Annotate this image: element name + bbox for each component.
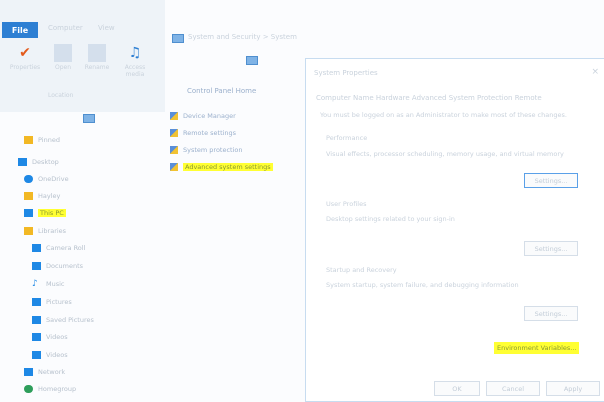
nav-item-libraries[interactable]: Libraries bbox=[24, 227, 66, 235]
nav-item-saved-pictures[interactable]: Saved Pictures bbox=[32, 316, 94, 324]
tab-computer[interactable]: Computer bbox=[48, 24, 83, 32]
nav-item-onedrive[interactable]: OneDrive bbox=[24, 175, 69, 183]
control-panel-pane: Control Panel Home Device Manager Remote… bbox=[165, 26, 305, 400]
nav-item-label: Desktop bbox=[32, 158, 59, 166]
performance-desc: Visual effects, processor scheduling, me… bbox=[326, 150, 564, 158]
nav-item-label: Videos bbox=[46, 333, 68, 341]
computer-icon bbox=[24, 209, 33, 217]
tab-view[interactable]: View bbox=[98, 24, 115, 32]
music-icon: ♪ bbox=[32, 279, 38, 289]
video-icon bbox=[32, 351, 41, 359]
advanced-system-settings-link[interactable]: Advanced system settings bbox=[170, 163, 273, 171]
performance-settings-button[interactable]: Settings... bbox=[524, 173, 578, 188]
nav-item-label: Libraries bbox=[38, 227, 67, 235]
navigation-pane: Pinned Desktop OneDrive Hayley This PC L… bbox=[0, 112, 165, 400]
nav-item-videos-library[interactable]: Videos bbox=[32, 333, 68, 341]
library-item-icon bbox=[32, 298, 41, 306]
file-tab[interactable]: File bbox=[2, 22, 38, 38]
startup-recovery-settings-button[interactable]: Settings... bbox=[524, 306, 578, 321]
nav-item-homegroup[interactable]: Homegroup bbox=[24, 385, 76, 393]
admin-note: You must be logged on as an Administrato… bbox=[320, 111, 567, 119]
nav-item-label: Hayley bbox=[38, 192, 61, 200]
access-media-label: Access media bbox=[124, 64, 146, 78]
library-icon bbox=[24, 227, 33, 235]
nav-item-label: Videos bbox=[46, 351, 68, 359]
apply-button[interactable]: Apply bbox=[546, 381, 600, 396]
nav-item-music[interactable]: ♪ Music bbox=[32, 279, 65, 289]
open-button[interactable]: Open bbox=[46, 44, 80, 71]
user-profiles-settings-button[interactable]: Settings... bbox=[524, 241, 578, 256]
system-properties-dialog: System Properties × Computer Name Hardwa… bbox=[305, 58, 604, 402]
control-panel-home-link[interactable]: Control Panel Home bbox=[187, 87, 256, 95]
desktop-icon bbox=[18, 158, 27, 166]
user-profiles-title: User Profiles bbox=[326, 200, 367, 208]
nav-item-label: Pinned bbox=[38, 136, 60, 144]
environment-variables-button[interactable]: Environment Variables... bbox=[494, 342, 580, 354]
dialog-title: System Properties bbox=[314, 69, 378, 77]
dialog-tabs[interactable]: Computer Name Hardware Advanced System P… bbox=[316, 94, 542, 102]
ok-button[interactable]: OK bbox=[434, 381, 480, 396]
link-label: System protection bbox=[183, 146, 243, 154]
nav-item-label: Saved Pictures bbox=[46, 316, 94, 324]
nav-item-desktop[interactable]: Desktop bbox=[18, 158, 59, 166]
nav-item-label: Camera Roll bbox=[46, 244, 86, 252]
properties-check-icon: ✔ bbox=[19, 45, 31, 61]
rename-icon bbox=[88, 44, 106, 62]
performance-title: Performance bbox=[326, 134, 368, 142]
shield-icon bbox=[170, 112, 178, 120]
nav-item-label: Pictures bbox=[46, 298, 72, 306]
media-icon: ♫ bbox=[128, 45, 142, 61]
link-label: Remote settings bbox=[183, 129, 237, 137]
nav-item-pictures[interactable]: Pictures bbox=[32, 298, 72, 306]
homegroup-icon bbox=[24, 385, 33, 393]
nav-item-network[interactable]: Network bbox=[24, 368, 65, 376]
rename-button[interactable]: Rename bbox=[80, 44, 114, 71]
cloud-icon bbox=[24, 175, 33, 183]
open-icon bbox=[54, 44, 72, 62]
nav-item-hayley[interactable]: Hayley bbox=[24, 192, 60, 200]
link-label: Device Manager bbox=[183, 112, 236, 120]
properties-button[interactable]: ✔ Properties bbox=[8, 44, 42, 71]
star-icon bbox=[24, 136, 33, 144]
nav-item-camera-roll[interactable]: Camera Roll bbox=[32, 244, 85, 252]
system-protection-link[interactable]: System protection bbox=[170, 146, 243, 154]
nav-item-label: Documents bbox=[46, 262, 84, 270]
nav-item-documents[interactable]: Documents bbox=[32, 262, 83, 270]
library-item-icon bbox=[32, 262, 41, 270]
properties-label: Properties bbox=[9, 64, 41, 71]
shield-icon bbox=[170, 129, 178, 137]
shield-icon bbox=[170, 146, 178, 154]
rename-label: Rename bbox=[84, 64, 110, 71]
library-item-icon bbox=[32, 244, 41, 252]
open-label: Open bbox=[54, 64, 72, 71]
nav-item-label: Homegroup bbox=[38, 385, 77, 393]
remote-settings-link[interactable]: Remote settings bbox=[170, 129, 236, 137]
nav-item-label: This PC bbox=[38, 209, 66, 217]
ribbon-group-label: Location bbox=[48, 92, 74, 99]
cancel-button[interactable]: Cancel bbox=[486, 381, 540, 396]
link-label: Advanced system settings bbox=[183, 163, 273, 171]
nav-item-label: Network bbox=[38, 368, 66, 376]
startup-recovery-desc: System startup, system failure, and debu… bbox=[326, 281, 519, 289]
user-profiles-desc: Desktop settings related to your sign-in bbox=[326, 215, 455, 223]
network-icon bbox=[24, 368, 33, 376]
nav-item-pinned[interactable]: Pinned bbox=[24, 136, 60, 144]
device-manager-link[interactable]: Device Manager bbox=[170, 112, 236, 120]
library-item-icon bbox=[32, 333, 41, 341]
nav-item-label: Music bbox=[46, 280, 65, 288]
close-icon[interactable]: × bbox=[591, 67, 599, 77]
nav-item-label: OneDrive bbox=[38, 175, 69, 183]
access-media-button[interactable]: ♫ Access media bbox=[118, 44, 152, 78]
startup-recovery-title: Startup and Recovery bbox=[326, 266, 397, 274]
nav-item-videos[interactable]: Videos bbox=[32, 351, 68, 359]
shield-icon bbox=[170, 163, 178, 171]
nav-item-this-pc[interactable]: This PC bbox=[24, 209, 66, 217]
folder-icon bbox=[24, 192, 33, 200]
library-item-icon bbox=[32, 316, 41, 324]
